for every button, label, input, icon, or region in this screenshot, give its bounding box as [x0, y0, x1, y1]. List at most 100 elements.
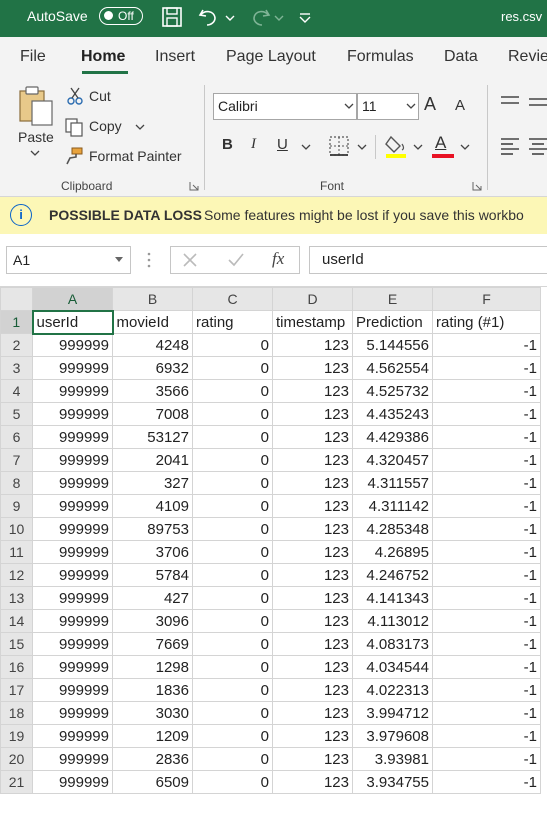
shrink-font-button[interactable]: A [455, 97, 465, 114]
row-header[interactable]: 6 [0, 425, 33, 449]
data-cell[interactable]: 1298 [112, 655, 193, 679]
row-header[interactable]: 14 [0, 609, 33, 633]
data-cell[interactable]: 123 [272, 402, 353, 426]
data-cell[interactable]: 3706 [112, 540, 193, 564]
data-cell[interactable]: 123 [272, 425, 353, 449]
data-cell[interactable]: 4.083173 [352, 632, 433, 656]
data-cell[interactable]: 999999 [32, 471, 113, 495]
data-cell[interactable]: -1 [432, 632, 541, 656]
align-center-icon[interactable] [528, 137, 547, 155]
data-cell[interactable]: 123 [272, 448, 353, 472]
drag-handle-icon[interactable] [146, 251, 152, 269]
paste-label[interactable]: Paste [18, 129, 54, 145]
header-cell[interactable]: timestamp [272, 310, 353, 334]
font-color-dropdown-icon[interactable] [460, 143, 470, 151]
cut-button[interactable]: Cut [89, 88, 111, 104]
format-painter-icon[interactable] [64, 146, 84, 166]
row-header[interactable]: 8 [0, 471, 33, 495]
tab-formulas[interactable]: Formulas [347, 48, 414, 66]
header-cell[interactable]: Prediction [352, 310, 433, 334]
column-header-a[interactable]: A [32, 287, 113, 312]
data-cell[interactable]: -1 [432, 586, 541, 610]
data-cell[interactable]: 2836 [112, 747, 193, 771]
data-cell[interactable]: -1 [432, 448, 541, 472]
underline-dropdown-icon[interactable] [301, 143, 311, 151]
italic-button[interactable]: I [251, 136, 256, 153]
data-cell[interactable]: 123 [272, 770, 353, 794]
data-cell[interactable]: 999999 [32, 402, 113, 426]
data-cell[interactable]: 123 [272, 563, 353, 587]
data-cell[interactable]: 999999 [32, 356, 113, 380]
data-cell[interactable]: 999999 [32, 678, 113, 702]
borders-dropdown-icon[interactable] [357, 143, 367, 151]
font-family-select[interactable]: Calibri [213, 93, 357, 120]
data-cell[interactable]: 6932 [112, 356, 193, 380]
data-cell[interactable]: 0 [192, 356, 273, 380]
borders-icon[interactable] [328, 135, 350, 157]
row-header[interactable]: 9 [0, 494, 33, 518]
select-all-corner[interactable] [0, 287, 33, 311]
row-header[interactable]: 12 [0, 563, 33, 587]
data-cell[interactable]: 1209 [112, 724, 193, 748]
data-cell[interactable]: 4.311557 [352, 471, 433, 495]
data-cell[interactable]: 4.320457 [352, 448, 433, 472]
data-cell[interactable]: 123 [272, 701, 353, 725]
data-cell[interactable]: -1 [432, 356, 541, 380]
font-launcher-icon[interactable] [472, 181, 482, 191]
data-cell[interactable]: 0 [192, 402, 273, 426]
data-cell[interactable]: 4.141343 [352, 586, 433, 610]
data-cell[interactable]: 123 [272, 471, 353, 495]
data-cell[interactable]: -1 [432, 471, 541, 495]
tab-insert[interactable]: Insert [155, 48, 195, 66]
data-cell[interactable]: -1 [432, 425, 541, 449]
redo-dropdown-icon[interactable] [274, 6, 284, 28]
paste-dropdown-icon[interactable] [30, 149, 40, 157]
redo-icon[interactable] [248, 6, 272, 28]
column-header-d[interactable]: D [272, 287, 353, 311]
data-cell[interactable]: 123 [272, 356, 353, 380]
tab-home[interactable]: Home [81, 48, 125, 66]
data-cell[interactable]: -1 [432, 701, 541, 725]
bold-button[interactable]: B [222, 136, 233, 153]
data-cell[interactable]: 4.435243 [352, 402, 433, 426]
data-cell[interactable]: 0 [192, 609, 273, 633]
column-header-f[interactable]: F [432, 287, 541, 311]
data-cell[interactable]: 5.144556 [352, 333, 433, 357]
data-cell[interactable]: 999999 [32, 540, 113, 564]
data-cell[interactable]: -1 [432, 563, 541, 587]
copy-icon[interactable] [64, 117, 84, 137]
data-cell[interactable]: 0 [192, 701, 273, 725]
data-cell[interactable]: 0 [192, 379, 273, 403]
data-cell[interactable]: 999999 [32, 563, 113, 587]
row-header[interactable]: 5 [0, 402, 33, 426]
fill-color-icon[interactable] [385, 133, 409, 159]
grow-font-button[interactable]: A [424, 94, 436, 115]
data-cell[interactable]: 5784 [112, 563, 193, 587]
chevron-down-icon[interactable] [344, 102, 354, 110]
data-cell[interactable]: 0 [192, 724, 273, 748]
data-cell[interactable]: 3.979608 [352, 724, 433, 748]
data-cell[interactable]: 999999 [32, 586, 113, 610]
data-cell[interactable]: -1 [432, 402, 541, 426]
data-cell[interactable]: 4.113012 [352, 609, 433, 633]
data-cell[interactable]: 3030 [112, 701, 193, 725]
data-cell[interactable]: 3566 [112, 379, 193, 403]
data-cell[interactable]: 999999 [32, 494, 113, 518]
row-header[interactable]: 19 [0, 724, 33, 748]
data-cell[interactable]: 3.93981 [352, 747, 433, 771]
data-cell[interactable]: 123 [272, 678, 353, 702]
row-header[interactable]: 3 [0, 356, 33, 380]
undo-dropdown-icon[interactable] [225, 6, 235, 28]
tab-review[interactable]: Revie [508, 48, 547, 66]
data-cell[interactable]: 427 [112, 586, 193, 610]
align-left-icon[interactable] [500, 137, 520, 155]
data-cell[interactable]: 0 [192, 655, 273, 679]
paste-icon[interactable] [17, 85, 55, 127]
data-cell[interactable]: 89753 [112, 517, 193, 541]
data-cell[interactable]: -1 [432, 678, 541, 702]
data-cell[interactable]: 6509 [112, 770, 193, 794]
data-cell[interactable]: 0 [192, 333, 273, 357]
row-header[interactable]: 21 [0, 770, 33, 794]
undo-icon[interactable] [197, 6, 221, 28]
data-cell[interactable]: 123 [272, 586, 353, 610]
